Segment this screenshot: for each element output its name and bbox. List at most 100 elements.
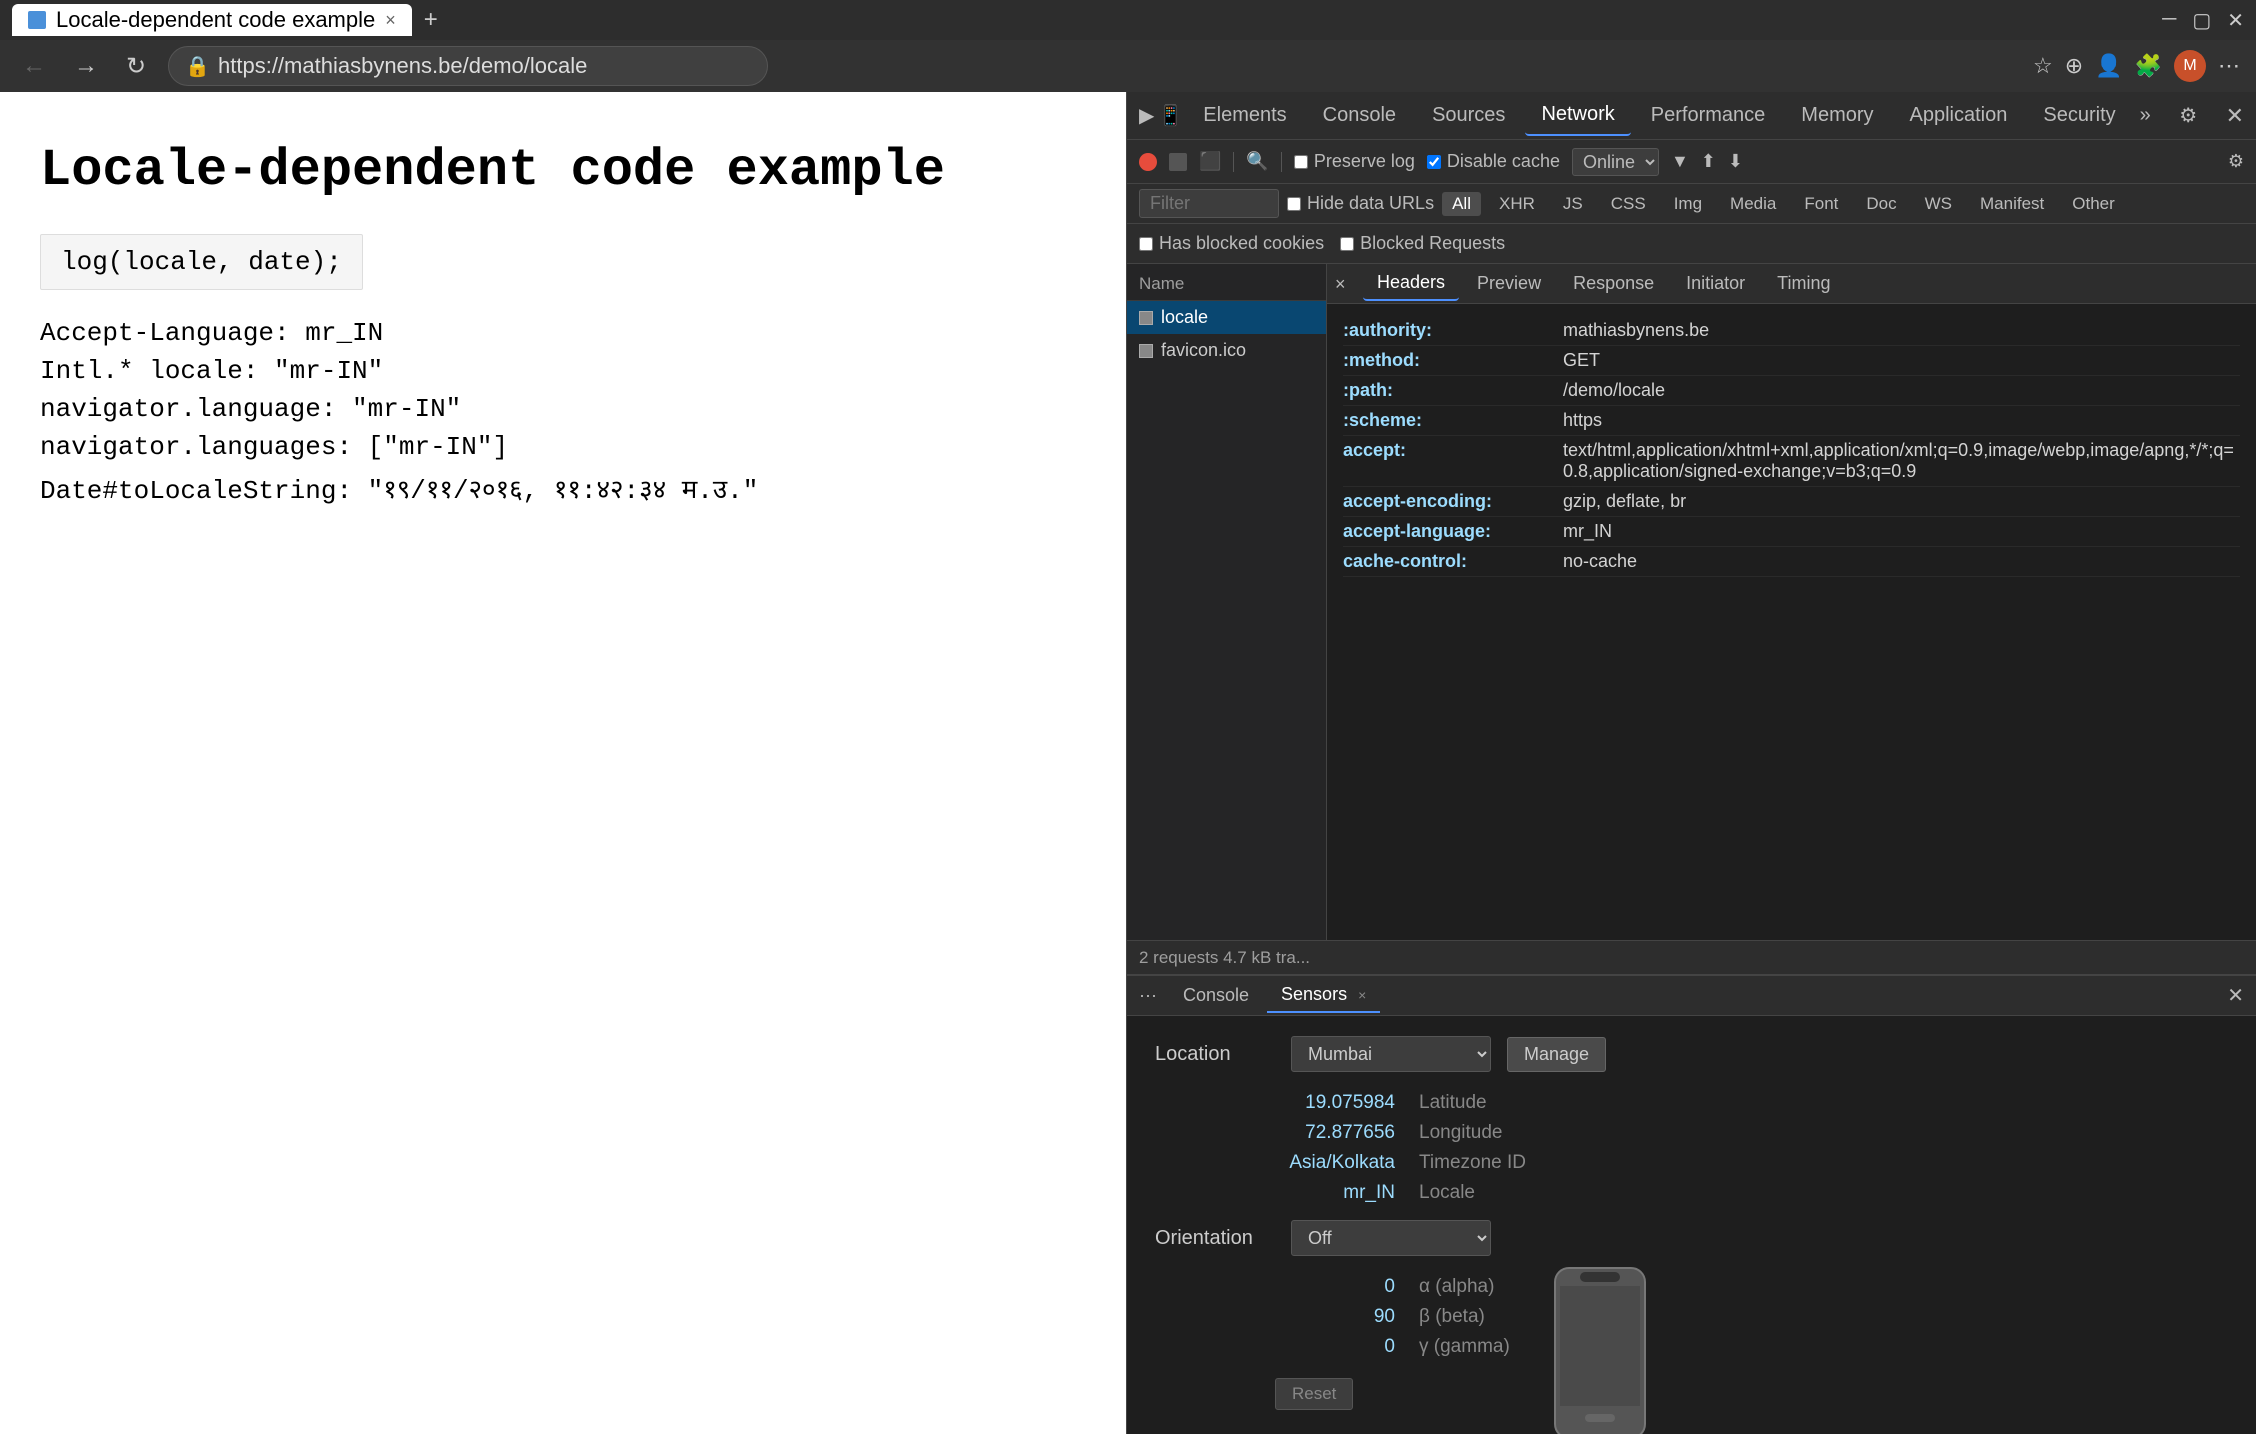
header-value-accept-language: mr_IN xyxy=(1563,521,2240,542)
filter-css-button[interactable]: CSS xyxy=(1601,192,1656,216)
hide-data-urls-label: Hide data URLs xyxy=(1307,193,1434,214)
network-item-locale[interactable]: locale xyxy=(1127,301,1326,334)
gamma-label: γ (gamma) xyxy=(1419,1336,1510,1358)
beta-value: 90 xyxy=(1275,1306,1395,1328)
record-button[interactable] xyxy=(1139,153,1157,171)
window-close-button[interactable]: ✕ xyxy=(2227,8,2244,33)
network-list: Name locale favicon.ico xyxy=(1127,264,1327,940)
disable-cache-input[interactable] xyxy=(1427,155,1441,169)
filter-js-button[interactable]: JS xyxy=(1553,192,1593,216)
window-controls: ─ ▢ ✕ xyxy=(2162,8,2244,33)
hide-data-urls-checkbox[interactable]: Hide data URLs xyxy=(1287,193,1434,214)
filter-media-button[interactable]: Media xyxy=(1720,192,1786,216)
tab-memory[interactable]: Memory xyxy=(1785,96,1889,135)
locale-label: Locale xyxy=(1419,1182,1475,1204)
tab-performance[interactable]: Performance xyxy=(1635,96,1782,135)
throttle-select[interactable]: Online xyxy=(1572,148,1659,176)
filter-other-button[interactable]: Other xyxy=(2062,192,2125,216)
bottom-panel-more-button[interactable]: ··· xyxy=(1139,985,1157,1006)
menu-icon[interactable]: ⋯ xyxy=(2218,53,2240,79)
back-button[interactable]: ← xyxy=(16,46,52,86)
tab-response[interactable]: Response xyxy=(1559,267,1668,300)
has-blocked-cookies-checkbox[interactable]: Has blocked cookies xyxy=(1139,233,1324,254)
filter-manifest-button[interactable]: Manifest xyxy=(1970,192,2054,216)
header-value-path: /demo/locale xyxy=(1563,380,2240,401)
page-line-5: navigator.languages: ["mr-IN"] xyxy=(40,432,1086,462)
manage-button[interactable]: Manage xyxy=(1507,1037,1606,1072)
header-cache-control: cache-control: no-cache xyxy=(1343,547,2240,577)
filter-font-button[interactable]: Font xyxy=(1794,192,1848,216)
orientation-select[interactable]: Off xyxy=(1291,1220,1491,1256)
forward-button[interactable]: → xyxy=(68,46,104,86)
filter-img-button[interactable]: Img xyxy=(1664,192,1712,216)
star-icon[interactable]: ☆ xyxy=(2033,53,2053,79)
network-item-favicon[interactable]: favicon.ico xyxy=(1127,334,1326,367)
preserve-log-checkbox[interactable]: Preserve log xyxy=(1294,151,1415,172)
bottom-panel-close-button[interactable]: ✕ xyxy=(2227,983,2244,1008)
tab-headers[interactable]: Headers xyxy=(1363,266,1459,301)
orientation-data-grid: 0 α (alpha) 90 β (beta) 0 γ (gamma) xyxy=(1275,1276,1510,1410)
disable-cache-checkbox[interactable]: Disable cache xyxy=(1427,151,1560,172)
url-bar[interactable]: 🔒 https://mathiasbynens.be/demo/locale xyxy=(168,46,768,86)
profile-icon[interactable]: 👤 xyxy=(2095,53,2122,79)
devtools-close-button[interactable]: ✕ xyxy=(2226,103,2244,129)
tab-sources[interactable]: Sources xyxy=(1416,96,1521,135)
header-accept: accept: text/html,application/xhtml+xml,… xyxy=(1343,436,2240,487)
header-authority: :authority: mathiasbynens.be xyxy=(1343,316,2240,346)
tab-initiator[interactable]: Initiator xyxy=(1672,267,1759,300)
orientation-label: Orientation xyxy=(1155,1227,1275,1250)
header-value-accept-encoding: gzip, deflate, br xyxy=(1563,491,2240,512)
header-name-path: :path: xyxy=(1343,380,1563,401)
import-icon[interactable]: ⬆ xyxy=(1701,151,1716,172)
devtools-panel: ▶ 📱 Elements Console Sources Network Per… xyxy=(1126,92,2256,1434)
tab-security[interactable]: Security xyxy=(2027,96,2131,135)
alpha-value: 0 xyxy=(1275,1276,1395,1298)
inspect-icon[interactable]: ▶ xyxy=(1139,103,1154,128)
filter-doc-button[interactable]: Doc xyxy=(1856,192,1906,216)
filter-xhr-button[interactable]: XHR xyxy=(1489,192,1545,216)
bottom-tab-sensors[interactable]: Sensors × xyxy=(1267,978,1380,1013)
tab-network[interactable]: Network xyxy=(1525,95,1630,136)
headers-content: :authority: mathiasbynens.be :method: GE… xyxy=(1327,304,2256,940)
tab-elements[interactable]: Elements xyxy=(1187,96,1302,135)
tab-close-button[interactable]: × xyxy=(385,10,396,31)
export-icon[interactable]: ⬇ xyxy=(1728,151,1743,172)
has-blocked-cookies-input[interactable] xyxy=(1139,237,1153,251)
tab-preview[interactable]: Preview xyxy=(1463,267,1555,300)
header-name-scheme: :scheme: xyxy=(1343,410,1563,431)
tab-application[interactable]: Application xyxy=(1894,96,2024,135)
stop-button[interactable] xyxy=(1169,153,1187,171)
sensors-tab-close[interactable]: × xyxy=(1358,987,1366,1003)
browser-tab[interactable]: Locale-dependent code example × xyxy=(12,4,412,36)
blocked-requests-input[interactable] xyxy=(1340,237,1354,251)
blocked-requests-checkbox[interactable]: Blocked Requests xyxy=(1340,233,1505,254)
filter-ws-button[interactable]: WS xyxy=(1915,192,1962,216)
filter-all-button[interactable]: All xyxy=(1442,192,1481,216)
network-settings-icon[interactable]: ⚙ xyxy=(2228,151,2244,172)
new-tab-button[interactable]: + xyxy=(416,2,446,38)
hide-data-urls-input[interactable] xyxy=(1287,197,1301,211)
network-item-name-locale: locale xyxy=(1161,307,1208,328)
reset-button[interactable]: Reset xyxy=(1275,1378,1353,1410)
extensions-icon[interactable]: 🧩 xyxy=(2135,53,2162,79)
tab-timing[interactable]: Timing xyxy=(1763,267,1844,300)
preserve-log-input[interactable] xyxy=(1294,155,1308,169)
details-tabs: × Headers Preview Response Initiator Tim… xyxy=(1327,264,2256,304)
reload-button[interactable]: ↻ xyxy=(120,46,152,87)
device-icon[interactable]: 📱 xyxy=(1158,103,1183,128)
filter-icon[interactable]: ⬛ xyxy=(1199,151,1221,172)
minimize-button[interactable]: ─ xyxy=(2162,8,2176,33)
more-tabs-icon[interactable]: » xyxy=(2140,104,2151,127)
settings-icon[interactable]: ⚙ xyxy=(2179,103,2197,128)
throttle-down-icon[interactable]: ▼ xyxy=(1671,151,1689,172)
beta-label: β (beta) xyxy=(1419,1306,1485,1328)
location-select[interactable]: Mumbai xyxy=(1291,1036,1491,1072)
filter-input[interactable] xyxy=(1139,189,1279,218)
avatar[interactable]: M xyxy=(2174,50,2206,82)
bookmark-icon[interactable]: ⊕ xyxy=(2065,53,2083,79)
bottom-tab-console[interactable]: Console xyxy=(1169,979,1263,1012)
search-network-icon[interactable]: 🔍 xyxy=(1246,151,1268,172)
details-close-button[interactable]: × xyxy=(1335,274,1355,294)
tab-console[interactable]: Console xyxy=(1307,96,1412,135)
maximize-button[interactable]: ▢ xyxy=(2192,8,2211,33)
